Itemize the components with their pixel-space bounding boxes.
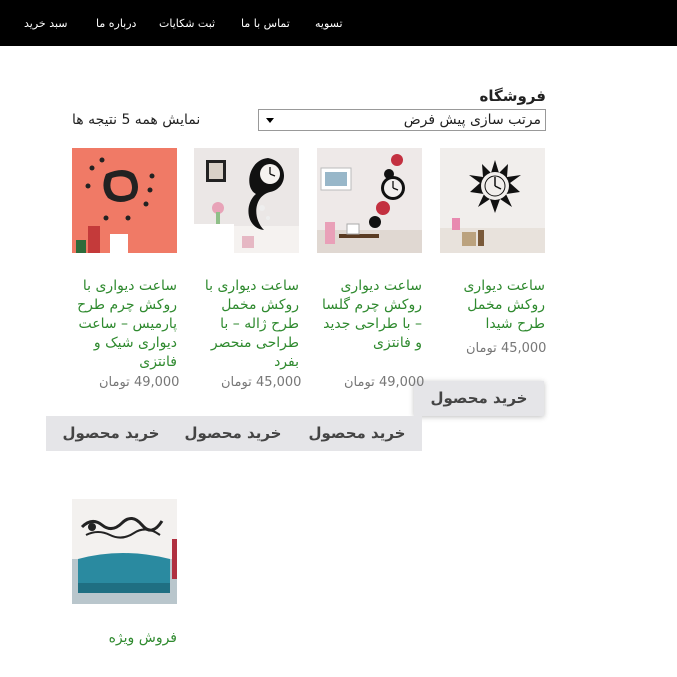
product-title[interactable]: ساعت دیواری با روکش مخمل طرح ژاله – با ط… <box>189 277 299 372</box>
clock-image-icon <box>72 148 177 253</box>
product-image[interactable] <box>317 148 422 253</box>
product-title[interactable]: ساعت دیواری روکش چرم گلسا – با طراحی جدی… <box>312 277 422 353</box>
add-to-cart-button[interactable]: خرید محصول <box>300 416 414 451</box>
product-image[interactable] <box>440 148 545 253</box>
add-to-cart-button[interactable]: خرید محصول <box>54 416 168 451</box>
sale-label[interactable]: فروش ویژه <box>67 629 177 648</box>
product-image[interactable] <box>72 499 177 604</box>
nav-link-about[interactable]: درباره ما <box>96 17 136 30</box>
nav-link-contact[interactable]: تماس با ما <box>241 17 290 30</box>
result-count: نمایش همه 5 نتیجه ها <box>72 112 201 128</box>
nav-link-checkout[interactable]: تسویه <box>315 17 343 30</box>
product-image[interactable] <box>194 148 299 253</box>
product-price: 49,000 تومان <box>99 375 180 390</box>
product-price: 49,000 تومان <box>344 375 425 390</box>
top-nav: تسویه تماس با ما ثبت شکایات درباره ما سب… <box>0 0 677 46</box>
nav-link-cart[interactable]: سبد خرید <box>24 17 68 30</box>
product-price: 45,000 تومان <box>221 375 302 390</box>
sort-select[interactable]: مرتب سازی پیش فرض <box>258 109 546 131</box>
clock-image-icon <box>194 148 299 253</box>
clock-image-icon <box>440 148 545 253</box>
chevron-down-icon <box>266 118 274 123</box>
add-to-cart-button[interactable]: خرید محصول <box>176 416 290 451</box>
page-title: فروشگاه <box>479 87 546 105</box>
clock-image-icon <box>317 148 422 253</box>
sort-selected-value: مرتب سازی پیش فرض <box>403 112 541 128</box>
product-image[interactable] <box>72 148 177 253</box>
calligraphy-image-icon <box>72 499 177 604</box>
product-title[interactable]: ساعت دیواری با روکش چرم طرح پارمیس – ساع… <box>67 277 177 372</box>
product-price: 45,000 تومان <box>466 341 547 356</box>
product-title[interactable]: ساعت دیواری روکش مخمل طرح شیدا <box>435 277 545 334</box>
nav-link-complaints[interactable]: ثبت شکایات <box>159 17 215 30</box>
add-to-cart-button[interactable]: خرید محصول <box>414 381 544 416</box>
